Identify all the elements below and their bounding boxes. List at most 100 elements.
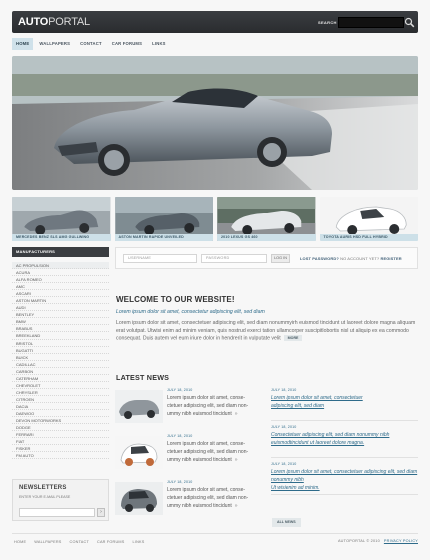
lost-password-link[interactable]: LOST PASSWORD? xyxy=(300,256,339,261)
featured-thumbnails: MERCEDES BENZ SLS AMG GULLWING ASTON MAR… xyxy=(12,197,418,241)
news-text-line: ummy nibh euismod tincidunt xyxy=(167,410,232,417)
manufacturer-item[interactable]: BREEKLAND xyxy=(12,332,109,340)
main-nav: HOME WALLPAPERS CONTACT CAR FORUMS LINKS xyxy=(12,38,418,50)
site-logo[interactable]: AUTOPORTAL xyxy=(18,16,90,28)
news-headlines: JULY 18, 2010 Lorem ipsum dolor sit amet… xyxy=(271,387,418,498)
thumb-caption: MERCEDES BENZ SLS AMG GULLWING xyxy=(12,234,111,241)
manufacturer-item[interactable]: AMC xyxy=(12,283,109,291)
manufacturer-item[interactable]: DAEWOO xyxy=(12,410,109,418)
footer-link-contact[interactable]: CONTACT xyxy=(66,540,93,544)
privacy-policy-link[interactable]: PRIVACY POLICY xyxy=(384,539,418,543)
news-text-line: ummy nibh euismod tincidunt xyxy=(167,502,232,509)
headline-date: JULY 18, 2010 xyxy=(271,388,297,392)
login-button[interactable]: LOG IN xyxy=(271,254,290,263)
read-more-arrows[interactable]: » xyxy=(235,457,238,463)
news-thumb-image[interactable] xyxy=(115,482,163,515)
thumb-lexus[interactable]: 2010 LEXUS GS 460 xyxy=(217,197,316,241)
manufacturer-item[interactable]: DEVON MOTORWORKS xyxy=(12,417,109,425)
footer-link-home[interactable]: HOME xyxy=(12,540,30,544)
manufacturer-item[interactable]: CATERHAM xyxy=(12,375,109,382)
sidebar: MANUFACTURERS AC PROPULSION ACURA ALFA R… xyxy=(12,247,109,521)
nav-car-forums[interactable]: CAR FORUMS xyxy=(108,38,146,50)
manufacturer-item[interactable]: DODGE xyxy=(12,424,109,432)
footer: HOME WALLPAPERS CONTACT CAR FORUMS LINKS… xyxy=(12,533,418,549)
welcome-text: Lorem ipsum dolor sit amet, consectetuer… xyxy=(116,320,418,343)
headline-link[interactable]: Lorem ipsum dolor sit amet, consectetuer… xyxy=(271,469,418,492)
manufacturer-item[interactable]: BRABUS xyxy=(12,325,109,333)
manufacturer-item[interactable]: DACIA xyxy=(12,403,109,410)
manufacturer-item[interactable]: CITROEN xyxy=(12,396,109,403)
newsletter-submit-button[interactable]: › xyxy=(97,508,105,517)
newsletter-title: NEWSLETTERS xyxy=(19,485,67,491)
search-label: SEARCH xyxy=(318,20,337,25)
news-text-line: ctetuer adipiscing elit, sed diam non- xyxy=(167,494,249,501)
manufacturer-item[interactable]: FIAT xyxy=(12,438,109,446)
newsletter-box: NEWSLETTERS ENTER YOUR E-MAIL PLEASE › xyxy=(12,479,109,521)
news-text-line: ctetuer adipiscing elit, sed diam non- xyxy=(167,448,249,455)
manufacturer-item[interactable]: BUICK xyxy=(12,354,109,361)
thumb-aston-martin[interactable]: ASTON MARTIN RAPIDE UNVEILED xyxy=(114,197,213,241)
manufacturer-item[interactable]: AUDI xyxy=(12,304,109,312)
news-item: JULY 18, 2010 Lorem ipsum dolor sit amet… xyxy=(115,479,263,525)
manufacturer-item[interactable]: CARBON xyxy=(12,368,109,375)
login-bar: USERNAME PASSWORD LOG IN LOST PASSWORD? … xyxy=(115,247,418,269)
password-field[interactable]: PASSWORD xyxy=(201,254,267,263)
manufacturer-item[interactable]: CHEVROLET xyxy=(12,382,109,389)
nav-home[interactable]: HOME xyxy=(12,38,34,50)
page: AUTOPORTAL SEARCH HOME WALLPAPERS CONTAC… xyxy=(12,11,418,527)
register-link[interactable]: REGISTER xyxy=(380,256,401,261)
news-item: JULY 18, 2010 Lorem ipsum dolor sit amet… xyxy=(115,387,263,433)
copyright-text: AUTOPORTAL © 2010 xyxy=(337,539,380,543)
news-thumb-image[interactable] xyxy=(115,390,163,423)
headline-line: Consectetuer adipiscing elit, sed diam n… xyxy=(271,432,390,438)
thumb-mercedes[interactable]: MERCEDES BENZ SLS AMG GULLWING xyxy=(12,197,111,241)
manufacturer-item[interactable]: ALFA ROMEO xyxy=(12,276,109,284)
manufacturer-item[interactable]: BUGATTI xyxy=(12,347,109,354)
nav-contact[interactable]: CONTACT xyxy=(76,38,106,50)
manufacturer-item[interactable]: ASTON MARTIN xyxy=(12,297,109,305)
news-text-line: Lorem ipsum dolor sit amet, conse- xyxy=(167,487,246,493)
manufacturer-item[interactable]: BRISTOL xyxy=(12,340,109,347)
manufacturer-item[interactable]: FM AUTO xyxy=(12,452,109,460)
news-date: JULY 18, 2010 xyxy=(167,480,193,484)
manufacturer-item[interactable]: BENTLEY xyxy=(12,311,109,319)
news-text-line: ummy nibh euismod tincidunt xyxy=(167,456,232,463)
manufacturer-item[interactable]: CHRYSLER xyxy=(12,389,109,396)
manufacturer-item[interactable]: BMW xyxy=(12,318,109,326)
manufacturer-item[interactable]: CADILLAC xyxy=(12,361,109,368)
thumb-toyota[interactable]: TOYOTA AURIS HSD FULL HYBRID xyxy=(319,197,418,241)
news-text: Lorem ipsum dolor sit amet, conse-ctetue… xyxy=(167,441,265,464)
headline-line: Lorem ipsum dolor sit amet, consectetuer… xyxy=(271,469,418,483)
thumb-caption: ASTON MARTIN RAPIDE UNVEILED xyxy=(114,234,213,241)
footer-link-car-forums[interactable]: CAR FORUMS xyxy=(93,540,129,544)
nav-links[interactable]: LINKS xyxy=(148,38,170,50)
latest-news-title: LATEST NEWS xyxy=(116,373,170,382)
search-input[interactable] xyxy=(338,17,404,28)
read-more-arrows[interactable]: » xyxy=(235,411,238,417)
manufacturer-item[interactable]: ACURA xyxy=(12,269,109,277)
headline-item: JULY 18, 2010 Lorem ipsum dolor sit amet… xyxy=(271,461,418,495)
manufacturer-item[interactable]: FISKER xyxy=(12,445,109,453)
all-news-button[interactable]: ALL NEWS xyxy=(272,518,301,527)
newsletter-email-input[interactable] xyxy=(19,508,95,517)
nav-wallpapers[interactable]: WALLPAPERS xyxy=(35,38,74,50)
footer-link-wallpapers[interactable]: WALLPAPERS xyxy=(30,540,65,544)
read-more-arrows[interactable]: » xyxy=(235,503,238,509)
footer-link-links[interactable]: LINKS xyxy=(129,540,149,544)
news-thumb-image[interactable] xyxy=(115,436,163,469)
headline-line: Lorem ipsum dolor sit amet, consectetuer xyxy=(271,395,363,401)
username-field[interactable]: USERNAME xyxy=(123,254,197,263)
manufacturer-item[interactable]: ASCARI xyxy=(12,290,109,298)
welcome-subtitle: Lorem ipsum dolor sit amet, consectetur … xyxy=(116,309,265,315)
login-links: LOST PASSWORD? NO ACCOUNT YET? REGISTER xyxy=(300,256,402,261)
newsletter-label: ENTER YOUR E-MAIL PLEASE xyxy=(19,495,71,499)
news-date: JULY 18, 2010 xyxy=(167,388,193,392)
manufacturer-item[interactable]: AC PROPULSION xyxy=(12,262,109,270)
search-icon[interactable] xyxy=(403,16,416,29)
more-button[interactable]: MORE xyxy=(283,335,303,342)
logo-bold: AUTO xyxy=(18,16,49,28)
manufacturer-item[interactable]: FERRARI xyxy=(12,431,109,439)
headline-item: JULY 18, 2010 Lorem ipsum dolor sit amet… xyxy=(271,387,418,421)
headline-link[interactable]: Consectetuer adipiscing elit, sed diam n… xyxy=(271,432,418,448)
headline-link[interactable]: Lorem ipsum dolor sit amet, consectetuer… xyxy=(271,395,418,411)
